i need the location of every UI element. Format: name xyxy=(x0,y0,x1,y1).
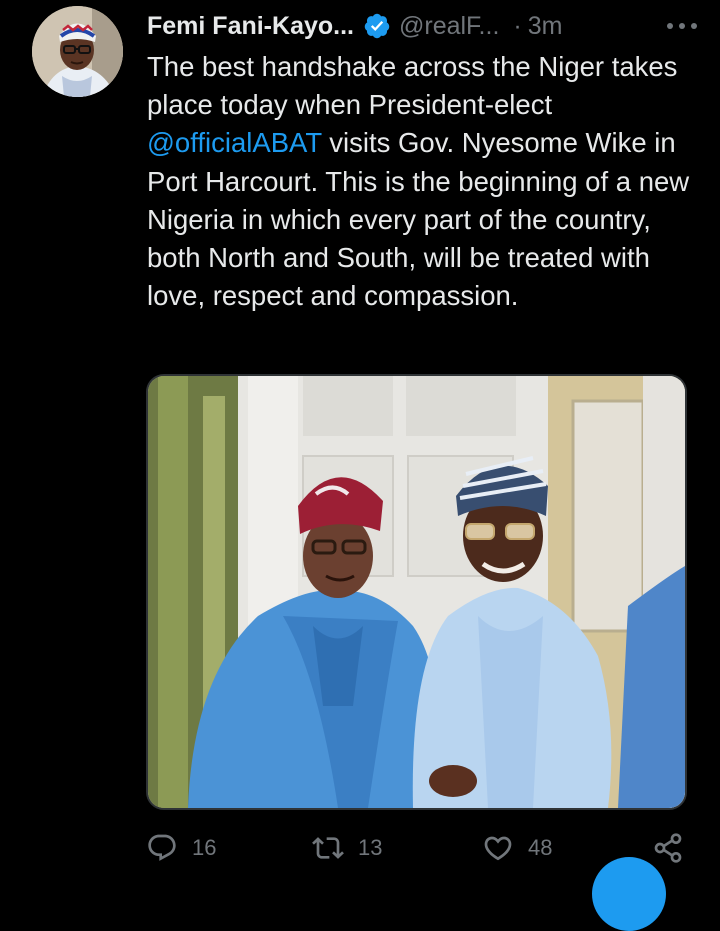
reply-count: 16 xyxy=(192,835,217,860)
reply-icon xyxy=(148,834,176,861)
share-button[interactable] xyxy=(652,832,684,864)
verified-badge-icon xyxy=(364,13,390,39)
tweet-text-part: The best handshake across the Niger take… xyxy=(147,51,678,121)
post-time[interactable]: 3m xyxy=(528,12,563,41)
author-name[interactable]: Femi Fani-Kayo... xyxy=(147,12,354,41)
photo-image xyxy=(148,376,685,808)
avatar[interactable] xyxy=(32,6,123,97)
tweet-photo[interactable] xyxy=(146,374,687,810)
author-handle[interactable]: @realF... xyxy=(399,12,499,41)
mention-link[interactable]: @officialABAT xyxy=(147,127,322,158)
more-options-icon[interactable] xyxy=(662,12,702,40)
heart-icon xyxy=(484,836,512,861)
separator-dot: · xyxy=(513,11,522,40)
like-count: 48 xyxy=(528,835,553,860)
tweet-text: The best handshake across the Niger take… xyxy=(147,48,702,315)
avatar-image xyxy=(32,6,123,97)
retweet-count: 13 xyxy=(358,835,383,860)
like-button[interactable]: 48 xyxy=(482,832,552,864)
compose-button[interactable] xyxy=(592,857,666,931)
reply-button[interactable]: 16 xyxy=(146,832,216,864)
share-icon xyxy=(654,833,682,863)
retweet-icon xyxy=(312,837,344,859)
retweet-button[interactable]: 13 xyxy=(312,832,382,864)
tweet-header: Femi Fani-Kayo... @realF... · 3m xyxy=(147,6,702,46)
